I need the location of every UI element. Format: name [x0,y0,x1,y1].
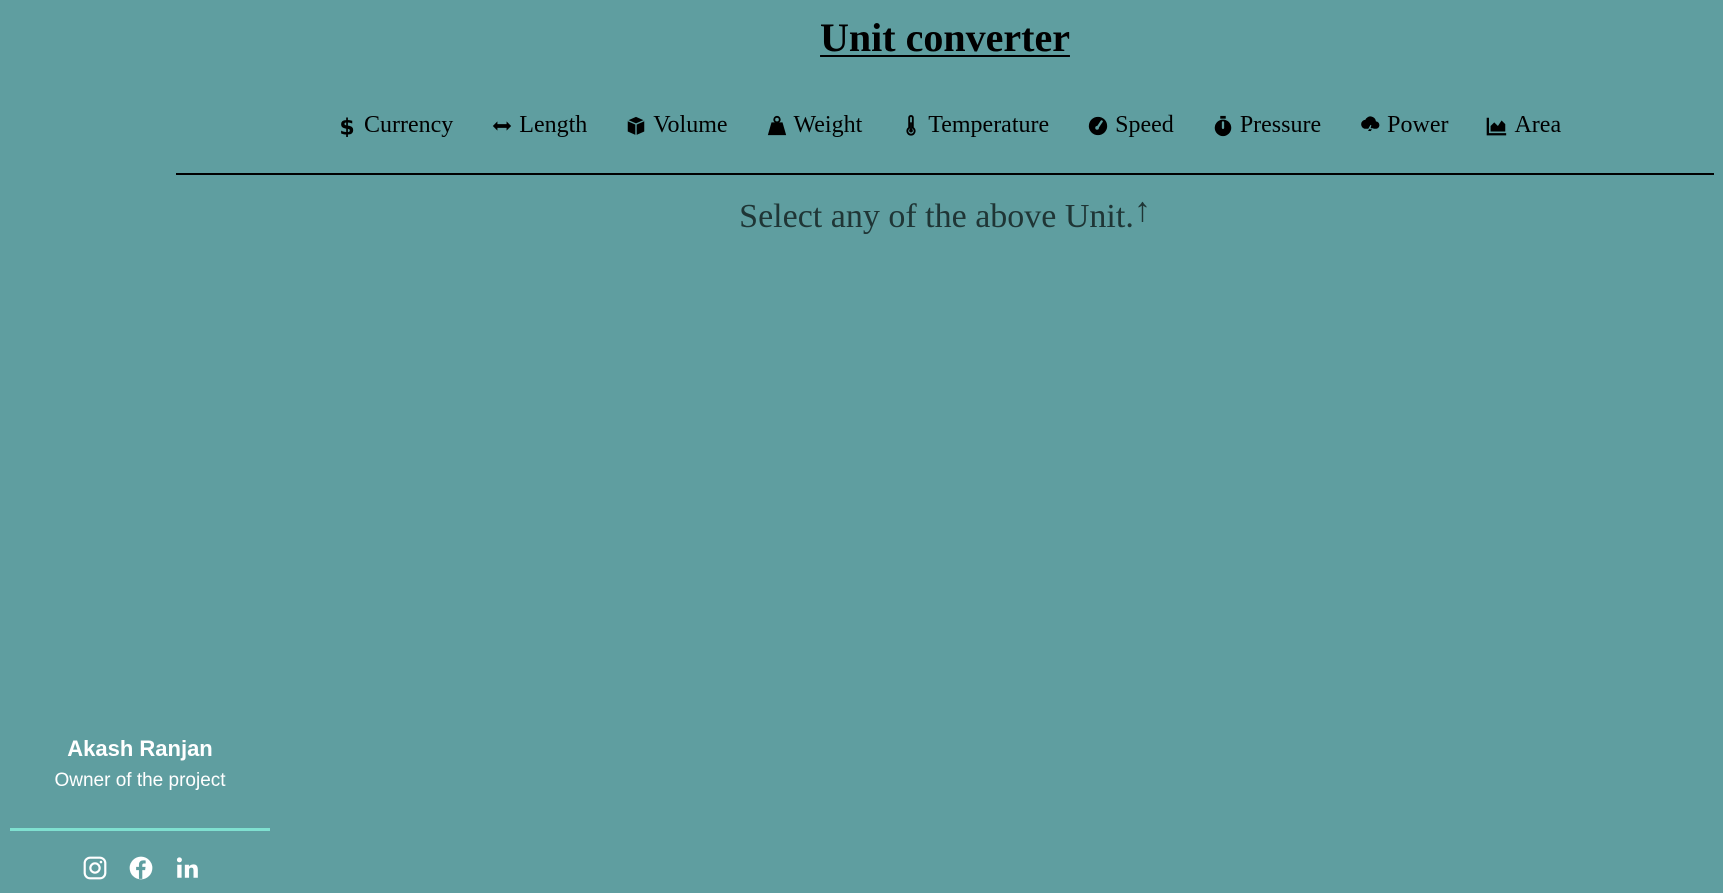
nav-divider [176,173,1714,175]
nav-item-area[interactable]: Area [1485,112,1561,139]
nav-item-label: Volume [653,112,728,138]
gauge-icon [1086,113,1110,139]
instagram-icon[interactable] [82,855,108,881]
cube-icon [624,113,648,139]
thermometer-icon [899,113,923,139]
social-links [82,855,200,881]
nav-item-currency[interactable]: $ Currency [335,112,453,139]
area-chart-icon [1485,113,1509,139]
nav-item-label: Currency [364,112,454,138]
nav-item-label: Weight [793,112,863,138]
nav-item-label: Pressure [1239,112,1322,138]
nav-item-length[interactable]: Length [490,112,587,139]
nav-item-label: Temperature [928,112,1050,138]
message-text: Select any of the above Unit. [739,198,1134,235]
nav-item-speed[interactable]: Speed [1086,112,1174,139]
nav-item-volume[interactable]: Volume [624,112,728,139]
page-title: Unit converter [820,15,1070,60]
select-unit-message: Select any of the above Unit.↑ [0,192,1723,236]
nav-item-label: Area [1514,112,1562,138]
cloud-bolt-icon [1358,113,1382,139]
nav-item-power[interactable]: Power [1358,112,1448,139]
facebook-icon[interactable] [128,855,154,881]
up-arrow-icon: ↑ [1133,192,1151,229]
linkedin-icon[interactable] [174,855,200,881]
owner-role: Owner of the project [54,770,226,791]
unit-nav: $ Currency Length Volume Weight Temperat… [335,112,1561,139]
owner-name: Akash Ranjan [67,736,213,761]
nav-item-temperature[interactable]: Temperature [899,112,1049,139]
svg-text:$: $ [339,115,354,137]
nav-item-label: Length [519,112,588,138]
nav-item-label: Speed [1115,112,1174,138]
owner-card: Akash Ranjan Owner of the project [10,736,270,792]
dollar-icon: $ [335,113,359,139]
nav-item-label: Power [1387,112,1449,138]
weight-icon [765,113,789,139]
arrows-horizontal-icon [490,113,514,139]
footer-divider [10,828,270,831]
stopwatch-icon [1211,113,1235,139]
nav-item-weight[interactable]: Weight [765,112,863,139]
nav-item-pressure[interactable]: Pressure [1211,112,1321,139]
